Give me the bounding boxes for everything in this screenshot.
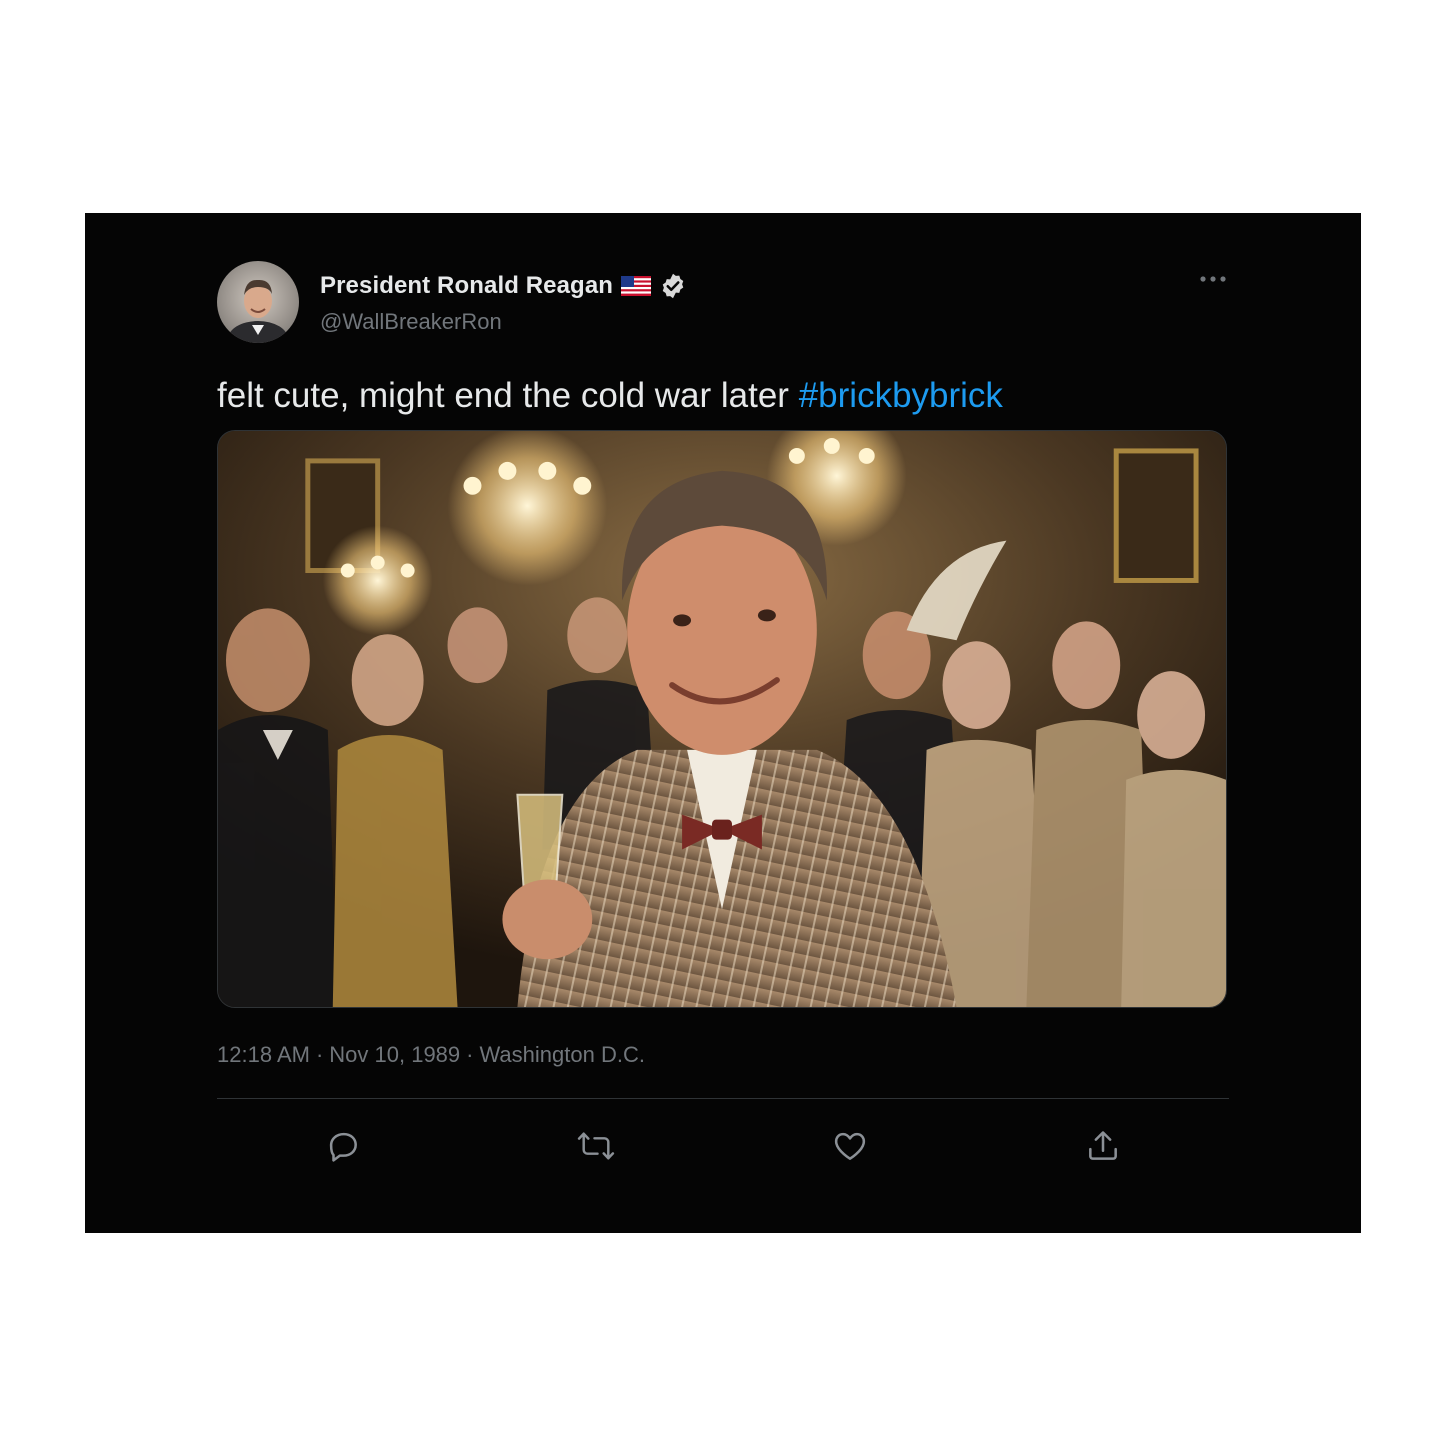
action-bar — [217, 1118, 1229, 1174]
tweet-image[interactable] — [217, 430, 1227, 1008]
tweet-body: felt cute, might end the cold war later — [217, 376, 789, 415]
tweet-location[interactable]: Washington D.C. — [479, 1042, 644, 1068]
avatar[interactable] — [217, 261, 299, 343]
divider — [217, 1098, 1229, 1099]
tweet-time[interactable]: 12:18 AM — [217, 1042, 310, 1068]
tweet-date[interactable]: Nov 10, 1989 — [329, 1042, 460, 1068]
reply-icon[interactable] — [315, 1118, 371, 1174]
more-options-icon[interactable] — [1193, 265, 1233, 293]
meta-separator: · — [466, 1042, 474, 1067]
tweet-text: felt cute, might end the cold war later … — [217, 373, 1003, 419]
verified-badge-icon — [659, 272, 687, 300]
author-row: President Ronald Reagan — [320, 269, 687, 303]
hashtag-link[interactable]: #brickbybrick — [799, 376, 1003, 415]
like-icon[interactable] — [822, 1118, 878, 1174]
retweet-icon[interactable] — [568, 1118, 624, 1174]
tweet-card: President Ronald Reagan @WallBreakerRon — [85, 213, 1361, 1233]
meta-separator: · — [315, 1042, 324, 1067]
share-icon[interactable] — [1075, 1118, 1131, 1174]
us-flag-icon — [621, 276, 652, 296]
tweet-meta: 12:18 AM · Nov 10, 1989 · Washington D.C… — [217, 1042, 645, 1068]
handle[interactable]: @WallBreakerRon — [320, 309, 502, 335]
display-name[interactable]: President Ronald Reagan — [320, 272, 613, 300]
party-scene-image — [218, 431, 1226, 1007]
avatar-portrait — [228, 279, 288, 343]
